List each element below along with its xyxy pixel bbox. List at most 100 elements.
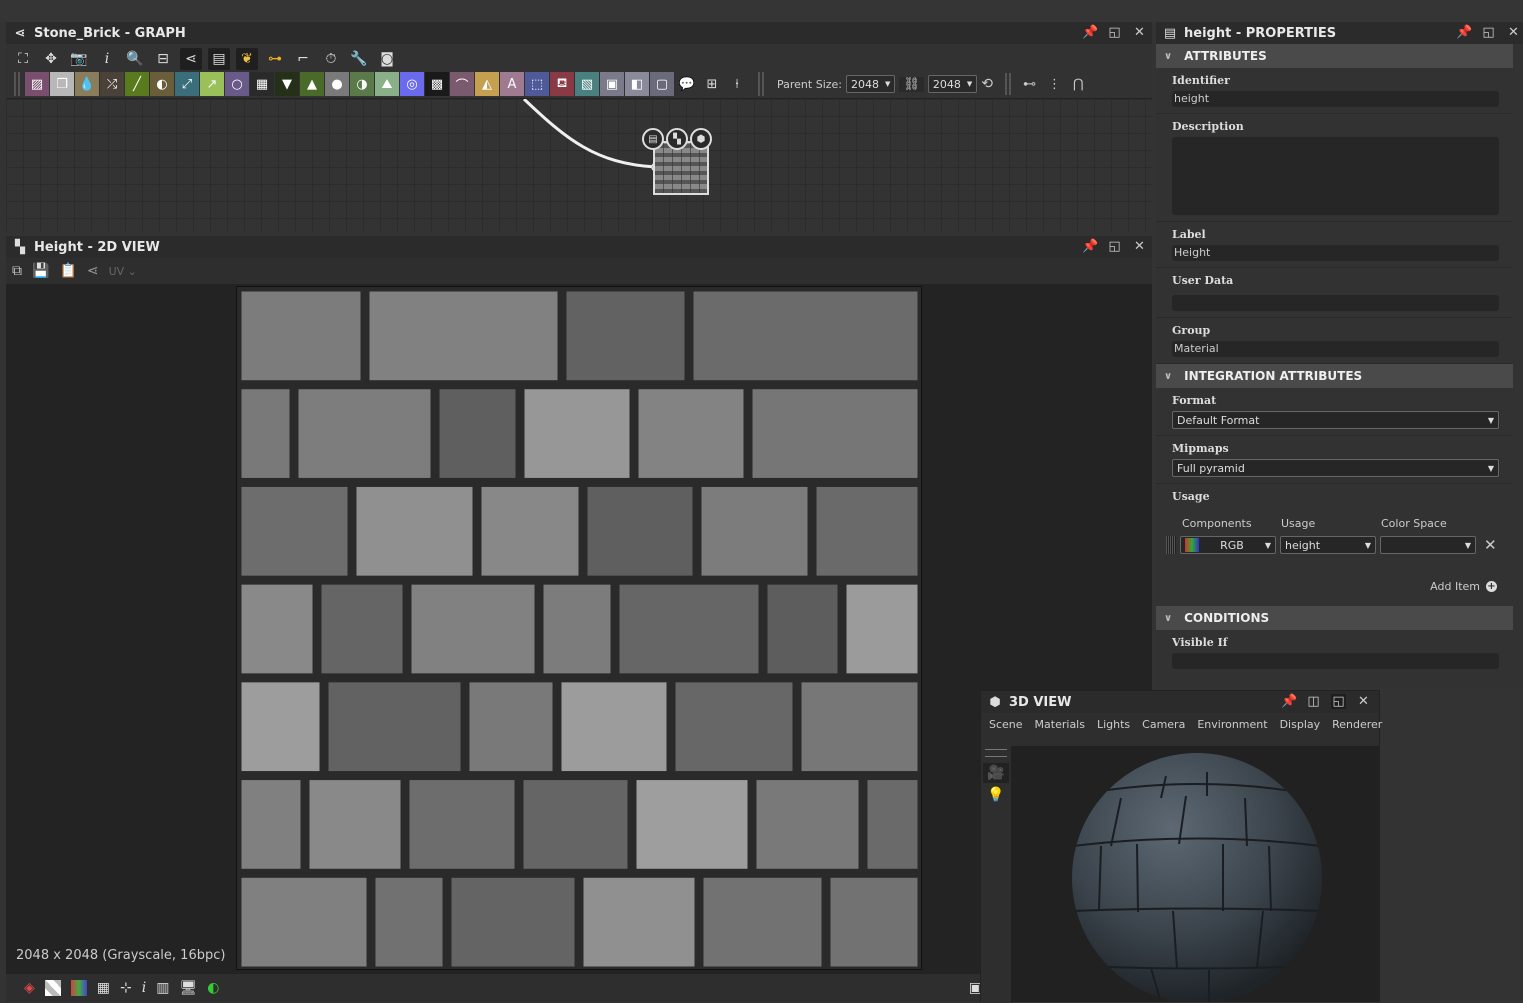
layers-icon[interactable]: ▤ bbox=[208, 48, 230, 70]
menu-environment[interactable]: Environment bbox=[1197, 718, 1267, 731]
blend-node-button[interactable]: ● bbox=[325, 72, 349, 96]
output-node-button[interactable]: ▢ bbox=[650, 72, 674, 96]
close-icon[interactable]: ✕ bbox=[1132, 25, 1147, 40]
user-data-input[interactable] bbox=[1172, 295, 1499, 311]
light-bulb-icon[interactable]: 💡 bbox=[981, 787, 1011, 803]
view-3d-viewport[interactable] bbox=[1011, 746, 1379, 1002]
close-icon[interactable]: ✕ bbox=[1132, 239, 1147, 254]
frame-all-icon[interactable]: ⛶ bbox=[12, 48, 34, 70]
gradient-map-node-button[interactable]: ▼ bbox=[275, 72, 299, 96]
transform-node-button[interactable]: ⬚ bbox=[525, 72, 549, 96]
fit-1to1-icon[interactable]: ✥ bbox=[40, 48, 62, 70]
svg-node-button[interactable]: ❐ bbox=[50, 72, 74, 96]
tile-node-button[interactable]: ▦ bbox=[250, 72, 274, 96]
link-icon[interactable]: ⊶ bbox=[264, 48, 286, 70]
close-icon[interactable]: ✕ bbox=[1506, 25, 1521, 40]
input-color-node-button[interactable]: ▣ bbox=[600, 72, 624, 96]
histogram-node-button[interactable]: ⛰ bbox=[375, 72, 399, 96]
invert-node-button[interactable]: ◑ bbox=[350, 72, 374, 96]
attributes-section-header[interactable]: ∨ ATTRIBUTES bbox=[1156, 44, 1513, 68]
frame-icon[interactable]: ⊞ bbox=[700, 72, 724, 96]
grid-icon[interactable]: ▦ bbox=[97, 980, 110, 996]
connector-icon[interactable]: ⌐ bbox=[292, 48, 314, 70]
document-icon[interactable]: ▤ bbox=[642, 128, 664, 150]
copy-image-icon[interactable]: ⧉ bbox=[12, 263, 22, 279]
drag-handle[interactable] bbox=[1166, 536, 1176, 554]
camera-icon[interactable]: 🎥 bbox=[983, 763, 1009, 783]
parent-size-y-dropdown[interactable]: 2048 ▼ bbox=[927, 75, 978, 93]
connect-icon[interactable]: ⊟ bbox=[152, 48, 174, 70]
node-connection-wire[interactable] bbox=[522, 99, 657, 169]
input-gray-node-button[interactable]: ◧ bbox=[625, 72, 649, 96]
menu-lights[interactable]: Lights bbox=[1097, 718, 1130, 731]
shuffle-node-button[interactable]: ⤮ bbox=[100, 72, 124, 96]
cube-icon[interactable]: ⬢ bbox=[690, 128, 712, 150]
pin-icon[interactable]: 📌 bbox=[1082, 239, 1098, 254]
menu-renderer[interactable]: Renderer bbox=[1332, 718, 1382, 731]
curve-node-button[interactable]: ╱ bbox=[125, 72, 149, 96]
maximize-icon[interactable]: ◱ bbox=[1107, 239, 1122, 254]
maximize-icon[interactable]: ◱ bbox=[1481, 25, 1496, 40]
text-node-button[interactable]: A bbox=[500, 72, 524, 96]
toolbar-grip[interactable] bbox=[985, 749, 1007, 757]
toolbar-grip[interactable] bbox=[14, 72, 20, 96]
pin-icon[interactable]: 📌 bbox=[1082, 25, 1098, 40]
python-icon[interactable]: ❦ bbox=[236, 48, 258, 70]
identifier-input[interactable]: height bbox=[1172, 91, 1499, 107]
graph-share-icon[interactable]: ⋖ bbox=[180, 48, 202, 70]
wrench-icon[interactable]: 🔧 bbox=[348, 48, 370, 70]
pattern-node-button[interactable]: ▧ bbox=[575, 72, 599, 96]
graph-canvas[interactable]: ▤ ▚ ⬢ bbox=[6, 98, 1152, 232]
tiling-icon[interactable]: ⊹ bbox=[120, 980, 132, 996]
levels-node-button[interactable]: ▲ bbox=[300, 72, 324, 96]
clipboard-icon[interactable]: 📋 bbox=[59, 263, 76, 279]
info-icon[interactable]: i bbox=[142, 980, 146, 996]
search-icon[interactable]: 🔍 bbox=[124, 48, 146, 70]
transparency-icon[interactable] bbox=[44, 980, 61, 996]
gradient-node-button[interactable]: ↗ bbox=[200, 72, 224, 96]
layers-icon[interactable]: ◈ bbox=[24, 980, 35, 996]
color-wheel-icon[interactable]: ◐ bbox=[207, 980, 219, 996]
maximize-icon[interactable]: ◱ bbox=[1331, 694, 1346, 709]
conditions-section-header[interactable]: ∨ CONDITIONS bbox=[1156, 606, 1513, 630]
shape-node-button[interactable]: ○ bbox=[225, 72, 249, 96]
snap-icon[interactable]: ⋂ bbox=[1073, 77, 1084, 92]
save-icon[interactable]: 💾 bbox=[32, 263, 49, 279]
mipmaps-dropdown[interactable]: Full pyramid ▼ bbox=[1172, 459, 1499, 477]
spline-node-button[interactable]: ⌒ bbox=[450, 72, 474, 96]
channels-display-icon[interactable]: 🖥 bbox=[179, 980, 197, 996]
menu-scene[interactable]: Scene bbox=[989, 718, 1023, 731]
parent-size-x-dropdown[interactable]: 2048 ▼ bbox=[846, 75, 896, 93]
noise-node-button[interactable]: ▩ bbox=[425, 72, 449, 96]
menu-display[interactable]: Display bbox=[1280, 718, 1321, 731]
hsl-node-button[interactable]: ◎ bbox=[400, 72, 424, 96]
height-map-image[interactable] bbox=[236, 286, 922, 970]
label-input[interactable]: Height bbox=[1172, 245, 1499, 261]
components-dropdown[interactable]: RGB ▼ bbox=[1180, 536, 1276, 554]
checker-icon[interactable]: ▚ bbox=[666, 128, 688, 150]
visible-if-input[interactable] bbox=[1172, 653, 1499, 669]
symmetry-node-button[interactable]: ◭ bbox=[475, 72, 499, 96]
split-icon[interactable]: ◫ bbox=[1306, 694, 1321, 709]
pin-icon[interactable]: 📌 bbox=[1281, 694, 1297, 709]
color-space-dropdown[interactable]: ▼ bbox=[1380, 536, 1476, 554]
add-item-button[interactable]: Add Item + bbox=[1430, 580, 1497, 593]
remove-item-icon[interactable]: ✕ bbox=[1484, 536, 1497, 554]
description-input[interactable] bbox=[1172, 137, 1499, 215]
display-icon[interactable]: ◙ bbox=[376, 48, 398, 70]
link-ratio-icon[interactable]: ⛓ bbox=[899, 76, 924, 92]
close-icon[interactable]: ✕ bbox=[1356, 694, 1371, 709]
pin-icon[interactable]: ⍿ bbox=[725, 72, 749, 96]
uniform-color-node-button[interactable]: 💧 bbox=[75, 72, 99, 96]
menu-materials[interactable]: Materials bbox=[1035, 718, 1085, 731]
integration-section-header[interactable]: ∨ INTEGRATION ATTRIBUTES bbox=[1156, 364, 1513, 388]
align-vertical-icon[interactable]: ⋮ bbox=[1048, 77, 1061, 92]
usage-dropdown[interactable]: height ▼ bbox=[1280, 536, 1376, 554]
share-icon[interactable]: ⋖ bbox=[87, 263, 99, 279]
format-dropdown[interactable]: Default Format ▼ bbox=[1172, 411, 1499, 429]
colorize-node-button[interactable]: ◐ bbox=[150, 72, 174, 96]
info-icon[interactable]: i bbox=[96, 48, 118, 70]
pin-icon[interactable]: 📌 bbox=[1456, 25, 1472, 40]
comment-icon[interactable]: 💬 bbox=[675, 72, 699, 96]
reset-size-icon[interactable]: ⟲ bbox=[981, 76, 993, 92]
